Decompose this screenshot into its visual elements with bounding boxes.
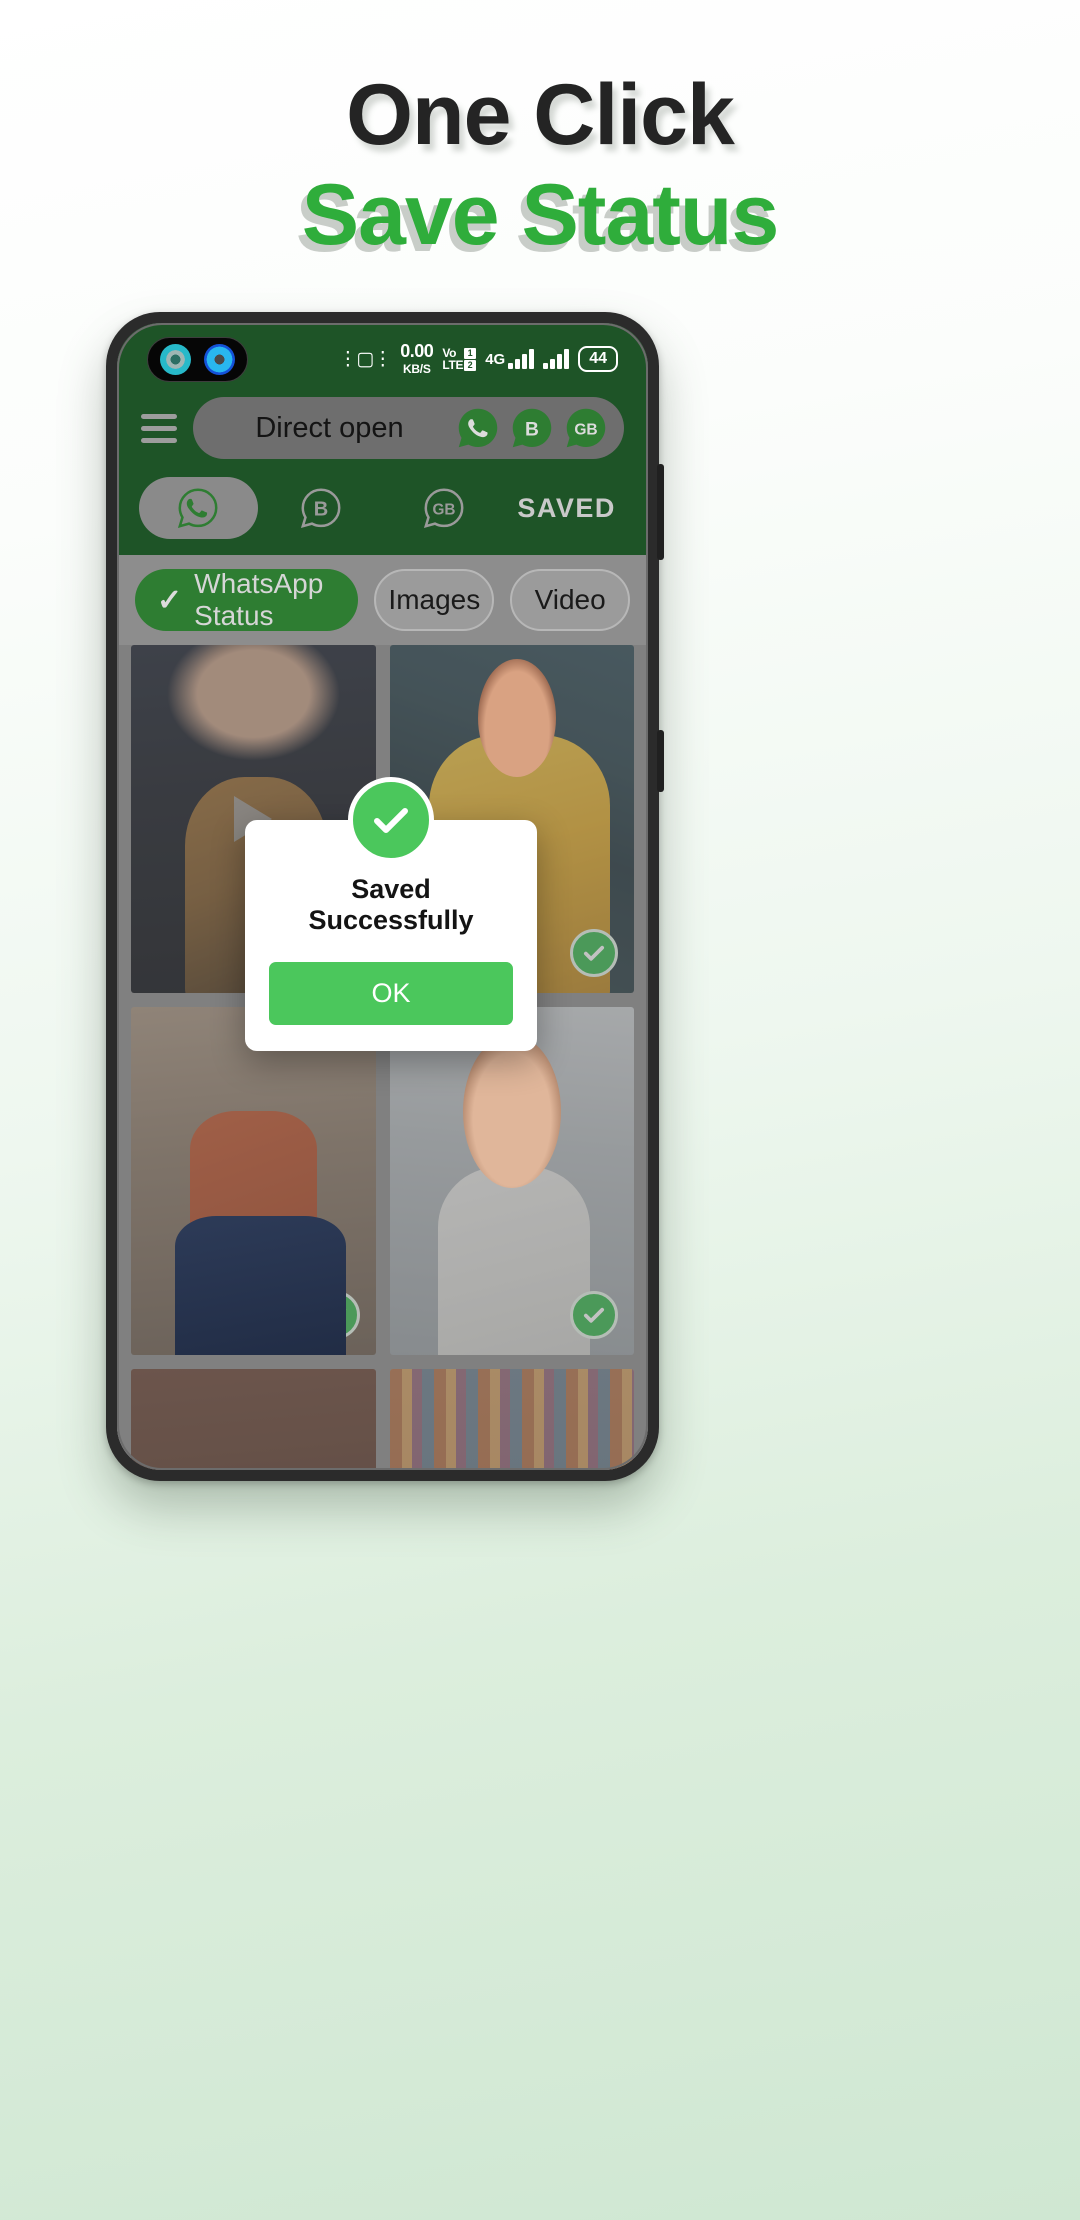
thumbnail-image xyxy=(131,1369,376,1470)
dialog-ok-button[interactable]: OK xyxy=(269,962,513,1025)
signal-bars-sim1-icon xyxy=(508,349,535,369)
sim2-badge: 2 xyxy=(464,359,477,371)
shortcut-whatsapp-business-icon[interactable]: B xyxy=(510,406,554,450)
check-circle-icon xyxy=(348,777,434,863)
gallery-item[interactable] xyxy=(131,1369,376,1470)
svg-text:GB: GB xyxy=(574,421,597,438)
sim1-badge: 1 xyxy=(464,347,477,359)
camera-lens-secondary-icon xyxy=(203,344,235,375)
filter-chip-label: WhatsApp Status xyxy=(194,568,324,631)
shortcut-gb-whatsapp-icon[interactable]: GB xyxy=(564,406,608,450)
app-bar: Direct open B GB xyxy=(117,385,648,477)
saved-badge-icon xyxy=(570,929,618,977)
status-bar: ⋮▢⋮ 0.00 KB/S Vo LTE 1 2 4G 44 xyxy=(117,323,648,385)
tab-saved[interactable]: SAVED xyxy=(507,493,626,524)
direct-open-bar: Direct open B GB xyxy=(193,397,624,459)
saved-dialog: Saved Successfully OK xyxy=(245,777,537,1051)
network-speed: 0.00 KB/S xyxy=(400,340,434,377)
battery-indicator: 44 xyxy=(578,346,618,372)
thumbnail-image xyxy=(131,1007,376,1355)
check-icon: ✓ xyxy=(157,583,183,617)
status-gallery-grid xyxy=(117,645,648,1470)
gallery-item[interactable] xyxy=(131,1007,376,1355)
tab-whatsapp[interactable] xyxy=(139,477,258,539)
network-type-label: 4G xyxy=(485,351,506,368)
camera-lens-primary-icon xyxy=(160,344,192,375)
status-bar-indicators: ⋮▢⋮ 0.00 KB/S Vo LTE 1 2 4G 44 xyxy=(338,342,618,377)
dialog-title: Saved Successfully xyxy=(308,874,474,935)
tab-gb-whatsapp[interactable]: GB xyxy=(385,477,504,539)
camera-cutout xyxy=(147,337,248,382)
filter-chip-images[interactable]: Images xyxy=(374,569,495,631)
thumbnail-image xyxy=(389,1369,634,1470)
direct-open-label: Direct open xyxy=(255,411,404,444)
filter-chip-row: ✓ WhatsApp Status Images Video xyxy=(117,555,648,645)
hamburger-menu-icon[interactable] xyxy=(141,413,177,443)
volume-button[interactable] xyxy=(657,730,664,792)
phone-screen: ⋮▢⋮ 0.00 KB/S Vo LTE 1 2 4G 44 Direct op… xyxy=(117,323,648,1470)
network-speed-unit: KB/S xyxy=(403,361,431,376)
gallery-item[interactable] xyxy=(389,1007,634,1355)
phone-mockup: ⋮▢⋮ 0.00 KB/S Vo LTE 1 2 4G 44 Direct op… xyxy=(106,312,664,1481)
headline-line-2: Save Status xyxy=(301,167,780,264)
headline-line-1: One Click xyxy=(346,67,735,163)
saved-badge-icon xyxy=(570,1291,618,1339)
volte-label-bottom: LTE xyxy=(442,358,464,372)
svg-text:B: B xyxy=(525,419,539,440)
tab-bar: B GB SAVED xyxy=(117,477,648,555)
filter-chip-whatsapp-status[interactable]: ✓ WhatsApp Status xyxy=(135,568,359,631)
vibrate-icon: ⋮▢⋮ xyxy=(338,348,392,370)
svg-text:GB: GB xyxy=(432,502,455,519)
power-button[interactable] xyxy=(657,464,664,560)
svg-text:B: B xyxy=(314,499,329,521)
network-speed-value: 0.00 xyxy=(400,340,434,361)
shortcut-whatsapp-icon[interactable] xyxy=(456,406,500,450)
network-type-indicator: 4G xyxy=(485,349,535,369)
tab-whatsapp-business[interactable]: B xyxy=(262,477,381,539)
filter-chip-video[interactable]: Video xyxy=(510,569,631,631)
promo-headline: One Click Save Status xyxy=(0,70,1080,261)
volte-indicator: Vo LTE 1 2 xyxy=(442,347,477,372)
signal-bars-sim2-icon xyxy=(543,349,570,369)
gallery-item[interactable] xyxy=(389,1369,634,1470)
